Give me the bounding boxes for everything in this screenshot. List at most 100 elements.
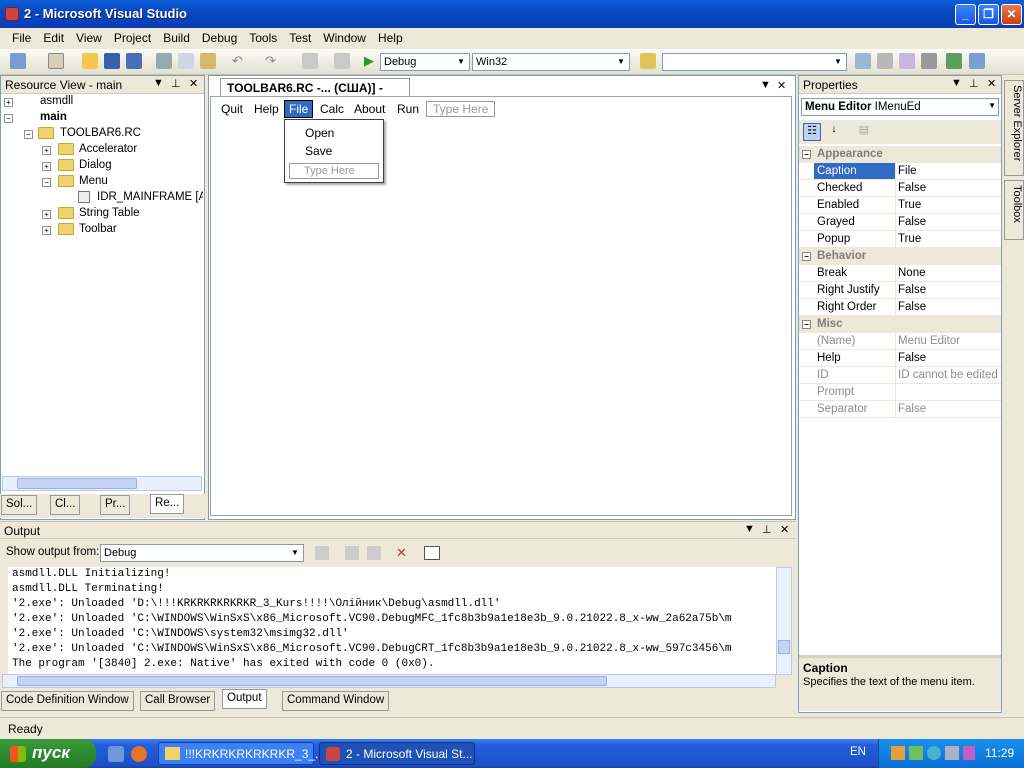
category-behavior[interactable]: − Behavior	[799, 248, 1001, 265]
menu-edit[interactable]: Edit	[37, 28, 70, 48]
active-files-icon[interactable]: ▼	[760, 79, 771, 91]
property-value[interactable]: True	[898, 233, 921, 245]
output-text[interactable]: asmdll.DLL Initializing! asmdll.DLL Termi…	[8, 567, 776, 675]
expand-icon[interactable]: +	[42, 226, 51, 235]
tray-icon[interactable]	[891, 746, 905, 760]
menu-item-run[interactable]: Run	[397, 102, 419, 116]
find-in-files-icon[interactable]	[640, 53, 656, 69]
menu-test[interactable]: Test	[283, 28, 317, 48]
properties-window-icon[interactable]	[877, 53, 893, 69]
solution-platform-combo[interactable]: Win32 ▼	[472, 53, 630, 71]
dropdown-type-here-field[interactable]: Type Here	[289, 163, 379, 179]
tab-command-window[interactable]: Command Window	[282, 691, 390, 711]
object-browser-icon[interactable]	[899, 53, 915, 69]
scrollbar-thumb[interactable]	[778, 640, 790, 654]
tree-item-accelerator[interactable]: Accelerator	[79, 143, 137, 155]
menu-window[interactable]: Window	[317, 28, 372, 48]
tree-item-asmdll[interactable]: asmdll	[40, 95, 73, 107]
property-value[interactable]: False	[898, 301, 926, 313]
previous-message-icon[interactable]	[345, 546, 359, 560]
property-row-grayed[interactable]: Grayed False	[799, 214, 1001, 231]
tree-item-menu[interactable]: Menu	[79, 175, 108, 187]
expand-icon[interactable]: +	[42, 210, 51, 219]
tray-icon[interactable]	[909, 746, 923, 760]
object-selector[interactable]: Menu Editor IMenuEd ▼	[801, 98, 999, 116]
tray-icon[interactable]	[963, 746, 975, 760]
property-value[interactable]: False	[898, 284, 926, 296]
tab-call-browser[interactable]: Call Browser	[140, 691, 216, 711]
collapse-icon[interactable]: −	[802, 150, 811, 159]
solution-config-combo[interactable]: Debug ▼	[380, 53, 470, 71]
copy-icon[interactable]	[178, 53, 194, 69]
tab-class-view[interactable]: Cl...	[50, 495, 81, 515]
close-pane-icon[interactable]: ✕	[189, 77, 198, 90]
property-pages-icon[interactable]: ▤	[855, 123, 873, 141]
tree-item-dialog[interactable]: Dialog	[79, 159, 112, 171]
expand-icon[interactable]: +	[42, 162, 51, 171]
scrollbar-thumb[interactable]	[17, 676, 607, 686]
menu-tools[interactable]: Tools	[243, 28, 283, 48]
close-pane-icon[interactable]: ✕	[987, 77, 996, 90]
task-button-visual-studio[interactable]: 2 - Microsoft Visual St...	[319, 742, 475, 765]
restore-button[interactable]: ❐	[978, 4, 999, 25]
tree-item-toolbar[interactable]: Toolbar	[79, 223, 117, 235]
category-misc[interactable]: − Misc	[799, 316, 1001, 333]
property-row-separator[interactable]: Separator False	[799, 401, 1001, 418]
collapse-icon[interactable]: −	[4, 114, 13, 123]
clock[interactable]: 11:29	[985, 746, 1014, 760]
find-combo[interactable]: ▼	[662, 53, 847, 71]
tab-resource-view[interactable]: Re...	[150, 494, 185, 514]
type-here-field[interactable]: Type Here	[426, 101, 496, 117]
menu-item-help[interactable]: Help	[254, 102, 279, 116]
document-tab[interactable]: TOOLBAR6.RC -... (США)] - Menu	[220, 78, 410, 109]
close-document-icon[interactable]: ✕	[777, 79, 786, 92]
auto-hide-pin-icon[interactable]: ⊥	[171, 77, 181, 90]
navigate-back-icon[interactable]	[302, 53, 318, 69]
property-row-prompt[interactable]: Prompt	[799, 384, 1001, 401]
tree-item-idr-mainframe[interactable]: IDR_MAINFRAME [Анг	[97, 191, 203, 203]
property-row-name[interactable]: (Name) Menu Editor	[799, 333, 1001, 350]
find-message-icon[interactable]	[315, 546, 329, 560]
property-value[interactable]: File	[898, 165, 917, 177]
menu-help[interactable]: Help	[372, 28, 409, 48]
menu-item-about[interactable]: About	[354, 102, 385, 116]
show-desktop-icon[interactable]	[108, 746, 124, 762]
clear-all-icon[interactable]: ✕	[396, 545, 407, 561]
auto-hide-pin-icon[interactable]: ⊥	[969, 77, 979, 90]
tree-item-main[interactable]: main	[40, 111, 67, 123]
property-row-popup[interactable]: Popup True	[799, 231, 1001, 248]
categorized-icon[interactable]: ☷	[803, 123, 821, 141]
tray-icon[interactable]	[927, 746, 941, 760]
next-message-icon[interactable]	[367, 546, 381, 560]
side-tab-server-explorer[interactable]: Server Explorer	[1004, 80, 1024, 176]
expand-icon[interactable]: +	[42, 146, 51, 155]
cut-icon[interactable]	[156, 53, 172, 69]
navigate-forward-icon[interactable]	[334, 53, 350, 69]
property-value[interactable]: True	[898, 199, 921, 211]
tab-solution-explorer[interactable]: Sol...	[1, 495, 38, 515]
add-item-icon[interactable]	[48, 53, 64, 69]
menu-item-calc[interactable]: Calc	[320, 102, 344, 116]
tab-output[interactable]: Output	[222, 689, 267, 709]
paste-icon[interactable]	[200, 53, 216, 69]
menu-debug[interactable]: Debug	[196, 28, 243, 48]
collapse-icon[interactable]: −	[802, 252, 811, 261]
menu-build[interactable]: Build	[157, 28, 196, 48]
horizontal-scrollbar[interactable]	[2, 674, 776, 688]
property-row-id[interactable]: ID ID cannot be edited	[799, 367, 1001, 384]
start-debugging-icon[interactable]: ▶	[364, 53, 380, 69]
minimize-button[interactable]: _	[955, 4, 976, 25]
save-all-icon[interactable]	[126, 53, 142, 69]
tab-property-manager[interactable]: Pr...	[100, 495, 131, 515]
tree-item-string-table[interactable]: String Table	[79, 207, 140, 219]
property-value[interactable]: None	[898, 267, 926, 279]
tree-item-rc-file[interactable]: TOOLBAR6.RC	[60, 127, 141, 139]
property-value[interactable]: False	[898, 352, 926, 364]
solution-explorer-icon[interactable]	[855, 53, 871, 69]
collapse-icon[interactable]: −	[802, 320, 811, 329]
window-position-icon[interactable]: ▼	[153, 77, 164, 89]
collapse-icon[interactable]: −	[24, 130, 33, 139]
command-window-icon[interactable]	[969, 53, 985, 69]
toolbox-icon[interactable]	[921, 53, 937, 69]
property-row-break[interactable]: Break None	[799, 265, 1001, 282]
